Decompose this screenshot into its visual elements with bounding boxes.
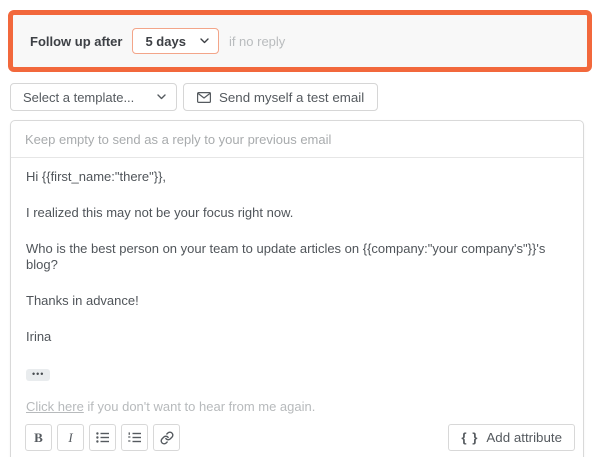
body-paragraph: Hi {{first_name:"there"}}, [26, 169, 568, 185]
followup-condition-text: if no reply [229, 34, 285, 49]
template-select-value: Select a template... [23, 90, 134, 105]
body-paragraph: Thanks in advance! [26, 293, 568, 309]
body-paragraph: I realized this may not be your focus ri… [26, 205, 568, 221]
followup-delay-select[interactable]: 5 days [132, 28, 218, 54]
subject-input[interactable] [11, 121, 583, 157]
unsubscribe-link[interactable]: Click here [26, 399, 84, 414]
send-test-email-label: Send myself a test email [219, 90, 364, 105]
bullet-list-button[interactable] [89, 424, 116, 451]
template-row: Select a template... Send myself a test … [10, 83, 592, 111]
body-paragraph: Irina [26, 329, 568, 345]
unsubscribe-line: Click here if you don't want to hear fro… [26, 399, 568, 414]
unsubscribe-text: if you don't want to hear from me again. [84, 399, 316, 414]
italic-icon: I [68, 430, 72, 446]
template-select[interactable]: Select a template... [10, 83, 177, 111]
bullet-list-icon [96, 432, 109, 443]
bold-button[interactable]: B [25, 424, 52, 451]
add-attribute-button[interactable]: { } Add attribute [448, 424, 575, 451]
subject-row [11, 121, 583, 158]
followup-delay-value: 5 days [145, 34, 185, 49]
chevron-down-icon [200, 38, 209, 44]
show-trimmed-content-button[interactable]: ••• [26, 369, 50, 381]
format-buttons: B I [25, 424, 180, 451]
italic-button[interactable]: I [57, 424, 84, 451]
chevron-down-icon [157, 94, 166, 100]
bold-icon: B [34, 430, 43, 446]
numbered-list-button[interactable] [121, 424, 148, 451]
envelope-icon [197, 92, 211, 103]
followup-settings-bar: Follow up after 5 days if no reply [8, 10, 592, 72]
editor-toolbar: B I [11, 424, 583, 457]
curly-braces-icon: { } [461, 430, 478, 445]
numbered-list-icon [128, 432, 141, 443]
link-button[interactable] [153, 424, 180, 451]
body-paragraph: Who is the best person on your team to u… [26, 241, 568, 273]
link-icon [160, 431, 174, 445]
send-test-email-button[interactable]: Send myself a test email [183, 83, 378, 111]
email-composer: Hi {{first_name:"there"}}, I realized th… [10, 120, 584, 457]
add-attribute-label: Add attribute [486, 430, 562, 445]
followup-label: Follow up after [30, 34, 122, 49]
email-body-editor[interactable]: Hi {{first_name:"there"}}, I realized th… [11, 158, 583, 414]
